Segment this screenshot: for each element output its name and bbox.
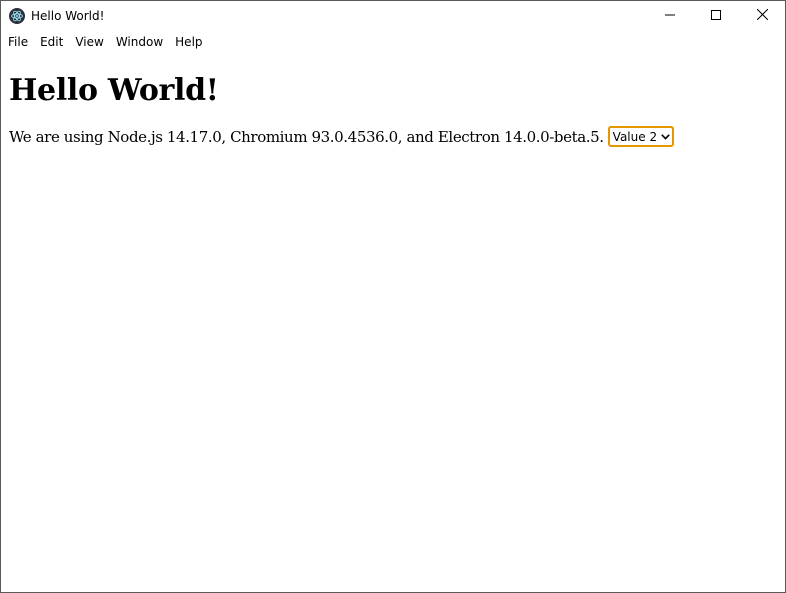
version-paragraph: We are using Node.js 14.17.0, Chromium 9… bbox=[9, 126, 777, 147]
select-value: Value 2 bbox=[612, 129, 658, 144]
minimize-icon bbox=[665, 9, 675, 23]
app-window: Hello World! File Edit View Window Help … bbox=[0, 0, 786, 593]
version-text: We are using Node.js 14.17.0, Chromium 9… bbox=[9, 127, 604, 146]
window-controls bbox=[647, 1, 785, 31]
chevron-down-icon bbox=[661, 133, 670, 140]
electron-icon bbox=[9, 8, 25, 24]
menu-window[interactable]: Window bbox=[110, 31, 169, 53]
close-button[interactable] bbox=[739, 1, 785, 31]
page-content: Hello World! We are using Node.js 14.17.… bbox=[1, 73, 785, 147]
menu-help[interactable]: Help bbox=[169, 31, 208, 53]
menu-view[interactable]: View bbox=[69, 31, 109, 53]
menu-file[interactable]: File bbox=[2, 31, 34, 53]
page-heading: Hello World! bbox=[9, 73, 219, 108]
title-bar[interactable]: Hello World! bbox=[1, 1, 785, 31]
menu-edit[interactable]: Edit bbox=[34, 31, 69, 53]
window-title: Hello World! bbox=[31, 9, 105, 23]
value-select[interactable]: Value 2 bbox=[607, 126, 675, 147]
maximize-button[interactable] bbox=[693, 1, 739, 31]
minimize-button[interactable] bbox=[647, 1, 693, 31]
menu-bar: File Edit View Window Help bbox=[1, 31, 785, 53]
close-icon bbox=[756, 8, 768, 23]
maximize-icon bbox=[711, 9, 721, 23]
